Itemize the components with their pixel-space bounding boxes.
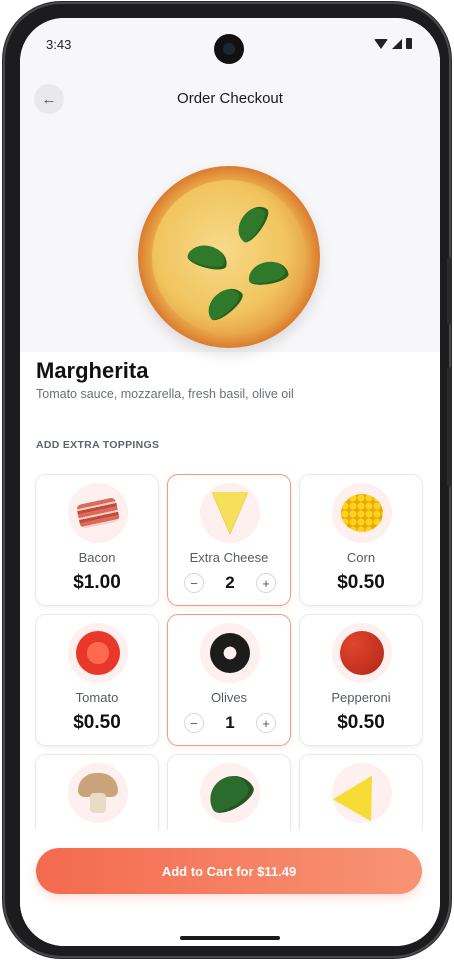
quantity-stepper: − 2 + (184, 572, 276, 594)
section-label: ADD EXTRA TOPPINGS (36, 439, 160, 451)
topping-icon-wrap (332, 763, 392, 823)
topping-icon-wrap (68, 483, 128, 543)
topping-name: Bacon (78, 550, 116, 565)
topping-icon-wrap (68, 623, 128, 683)
spinach-icon (202, 767, 258, 819)
power-button (447, 367, 451, 487)
wifi-icon (374, 38, 388, 49)
product-name: Margherita (36, 358, 149, 383)
screen: 3:43 ← Order Checkout Margherita Tomato … (20, 18, 440, 946)
status-icons (374, 38, 412, 49)
topping-price: $1.00 (73, 572, 121, 593)
toppings-grid: Bacon $1.00 Extra Cheese − 2 + Corn $0.5… (35, 474, 423, 830)
decrease-button[interactable]: − (184, 713, 204, 733)
home-indicator[interactable] (180, 936, 280, 940)
topping-name: Extra Cheese (189, 550, 269, 565)
topping-card-mushroom[interactable] (35, 754, 159, 830)
quantity-value: 1 (225, 713, 235, 732)
topping-price: $0.50 (73, 712, 121, 733)
basil-leaf (185, 241, 231, 273)
topping-card-bacon[interactable]: Bacon $1.00 (35, 474, 159, 606)
topping-price: $0.50 (337, 572, 385, 593)
front-camera (214, 34, 244, 64)
olive-icon (210, 633, 250, 673)
topping-icon-wrap (68, 763, 128, 823)
topping-card-pepperoni[interactable]: Pepperoni $0.50 (299, 614, 423, 746)
topping-card-corn[interactable]: Corn $0.50 (299, 474, 423, 606)
topping-icon-wrap (200, 763, 260, 823)
battery-icon (406, 38, 412, 49)
status-time: 3:43 (46, 37, 72, 52)
increase-button[interactable]: + (256, 573, 276, 593)
topping-card-pineapple[interactable] (299, 754, 423, 830)
increase-button[interactable]: + (256, 713, 276, 733)
pineapple-icon (332, 764, 392, 822)
pizza-topping-area (152, 180, 306, 334)
product-hero: ← Order Checkout (20, 70, 440, 352)
topping-card-olives[interactable]: Olives − 1 + (167, 614, 291, 746)
corn-icon (341, 494, 383, 532)
basil-leaf (201, 281, 247, 325)
topping-icon-wrap (200, 483, 260, 543)
cellular-icon (392, 38, 402, 49)
quantity-value: 2 (225, 573, 235, 592)
bottom-bar: Add to Cart for $11.49 (20, 830, 440, 946)
topping-card-extra-cheese[interactable]: Extra Cheese − 2 + (167, 474, 291, 606)
topping-name: Olives (210, 690, 248, 705)
tomato-icon (76, 631, 120, 675)
topping-name: Pepperoni (331, 690, 391, 705)
bacon-icon (75, 497, 121, 529)
add-to-cart-button[interactable]: Add to Cart for $11.49 (36, 848, 422, 894)
cheese-icon (212, 492, 248, 534)
phone-frame: 3:43 ← Order Checkout Margherita Tomato … (3, 2, 451, 958)
quantity-stepper: − 1 + (184, 712, 276, 734)
topping-card-spinach[interactable] (167, 754, 291, 830)
basil-leaf (231, 200, 273, 246)
topping-icon-wrap (200, 623, 260, 683)
mushroom-icon (76, 771, 120, 815)
pizza-image (138, 166, 320, 348)
topping-card-tomato[interactable]: Tomato $0.50 (35, 614, 159, 746)
topping-name: Tomato (75, 690, 119, 705)
basil-leaf (246, 258, 290, 288)
volume-button (447, 257, 451, 325)
pepperoni-icon (340, 631, 384, 675)
decrease-button[interactable]: − (184, 573, 204, 593)
topping-price: $0.50 (337, 712, 385, 733)
product-description: Tomato sauce, mozzarella, fresh basil, o… (36, 387, 294, 401)
topping-name: Corn (346, 550, 376, 565)
status-bar: 3:43 (20, 18, 440, 70)
topping-icon-wrap (332, 623, 392, 683)
topping-icon-wrap (332, 483, 392, 543)
page-title: Order Checkout (177, 90, 283, 107)
